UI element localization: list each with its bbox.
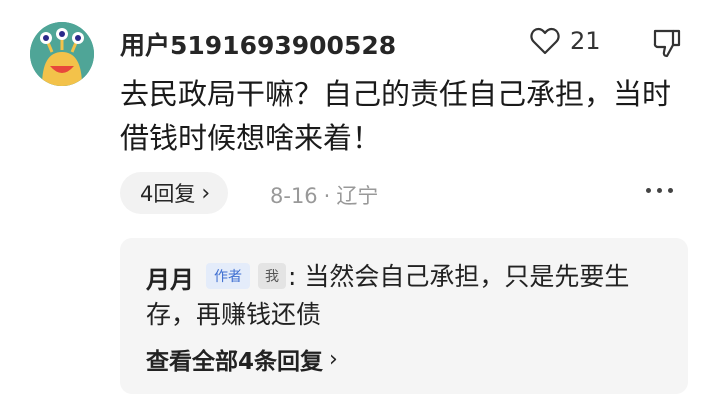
view-all-label: 查看全部4条回复 bbox=[146, 349, 324, 375]
like-count: 21 bbox=[570, 27, 601, 55]
reply-preview[interactable]: 月月 作者 我 : 当然会自己承担，只是先要生存，再赚钱还债 查看全部4条回复 … bbox=[120, 238, 688, 394]
dislike-button[interactable] bbox=[651, 27, 683, 59]
view-all-replies-link[interactable]: 查看全部4条回复 › bbox=[146, 342, 338, 376]
chevron-right-icon: › bbox=[201, 180, 211, 206]
comment-username[interactable]: 用户5191693900528 bbox=[120, 26, 396, 62]
comment-location: 辽宁 bbox=[336, 184, 379, 208]
replies-label: 4回复 bbox=[140, 182, 196, 206]
heart-icon bbox=[530, 27, 560, 55]
replies-button[interactable]: 4回复 › bbox=[120, 172, 229, 214]
more-dots-icon[interactable] bbox=[646, 188, 673, 193]
reply-text: : 当然会自己承担，只是先要生存，再赚钱还债 bbox=[146, 262, 630, 329]
thumbs-down-icon bbox=[653, 29, 681, 58]
avatar[interactable] bbox=[30, 22, 94, 86]
meta-separator: · bbox=[323, 184, 331, 208]
like-button[interactable]: 21 bbox=[530, 27, 601, 55]
chevron-right-icon: › bbox=[329, 346, 338, 372]
comment-meta: 8-16 · 辽宁 bbox=[270, 180, 378, 210]
comment-text: 去民政局干嘛？自己的责任自己承担，当时借钱时候想啥来着！ bbox=[120, 77, 672, 155]
comment-date: 8-16 bbox=[270, 184, 318, 208]
monster-avatar-icon bbox=[30, 22, 94, 86]
